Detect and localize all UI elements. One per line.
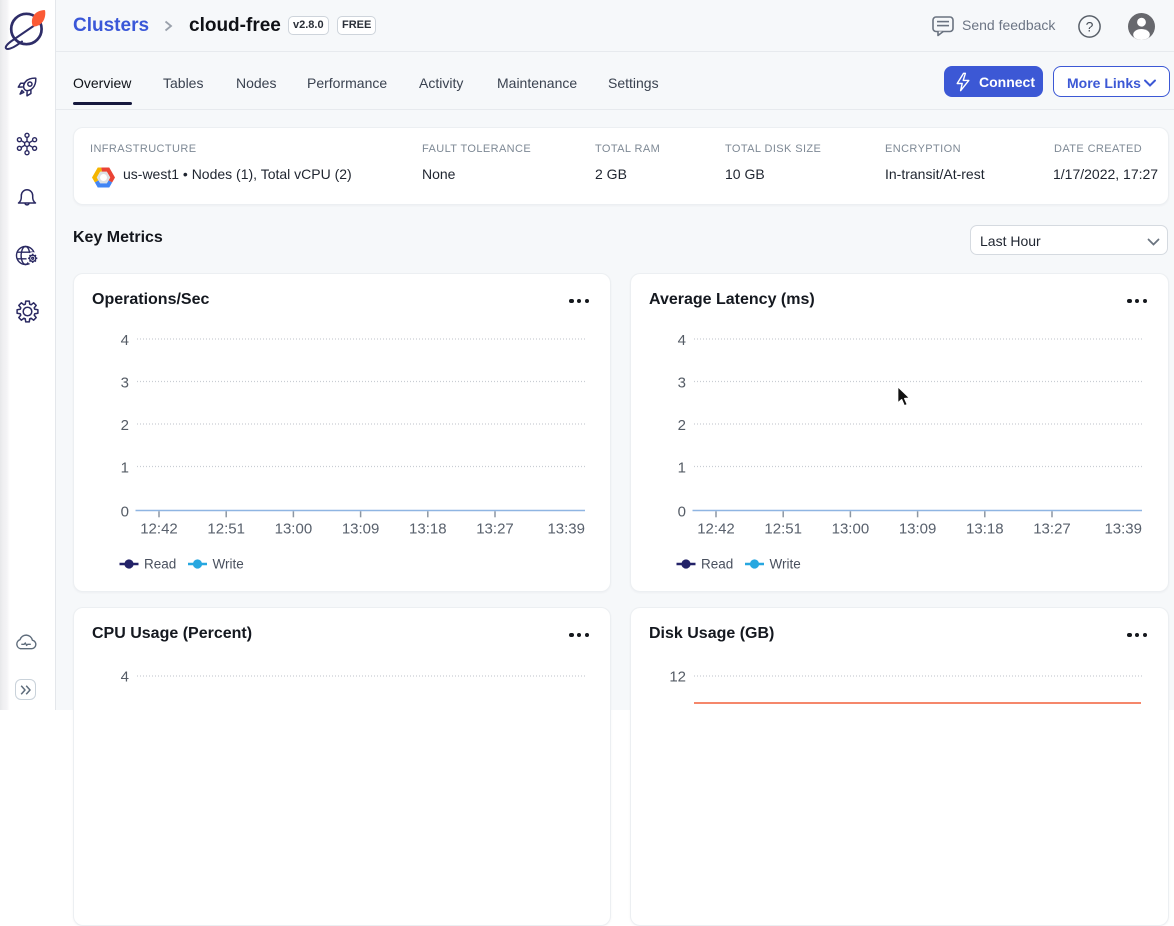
svg-text:2: 2 [121, 417, 129, 434]
svg-text:4: 4 [678, 332, 686, 349]
svg-text:4: 4 [121, 669, 129, 686]
svg-text:4: 4 [121, 332, 129, 349]
svg-text:13:09: 13:09 [899, 521, 937, 538]
svg-text:Read: Read [701, 557, 733, 572]
svg-text:0: 0 [121, 503, 129, 520]
svg-text:13:09: 13:09 [342, 521, 380, 538]
svg-text:12:51: 12:51 [207, 521, 245, 538]
svg-text:3: 3 [678, 374, 686, 391]
svg-text:1: 1 [678, 459, 686, 476]
svg-text:13:00: 13:00 [275, 521, 313, 538]
svg-text:13:00: 13:00 [832, 521, 870, 538]
svg-text:13:18: 13:18 [409, 521, 447, 538]
svg-text:?: ? [1086, 18, 1094, 34]
svg-text:0: 0 [678, 503, 686, 520]
svg-text:13:27: 13:27 [476, 521, 514, 538]
svg-text:3: 3 [121, 374, 129, 391]
svg-text:12:51: 12:51 [764, 521, 802, 538]
svg-text:1: 1 [121, 459, 129, 476]
svg-text:13:18: 13:18 [966, 521, 1004, 538]
svg-text:12: 12 [669, 669, 686, 686]
svg-text:13:39: 13:39 [1104, 521, 1142, 538]
svg-text:2: 2 [678, 417, 686, 434]
svg-text:Write: Write [213, 557, 244, 572]
svg-text:13:27: 13:27 [1033, 521, 1071, 538]
svg-text:Write: Write [770, 557, 801, 572]
svg-text:12:42: 12:42 [697, 521, 735, 538]
svg-text:12:42: 12:42 [140, 521, 178, 538]
svg-text:Read: Read [144, 557, 176, 572]
svg-text:13:39: 13:39 [547, 521, 585, 538]
